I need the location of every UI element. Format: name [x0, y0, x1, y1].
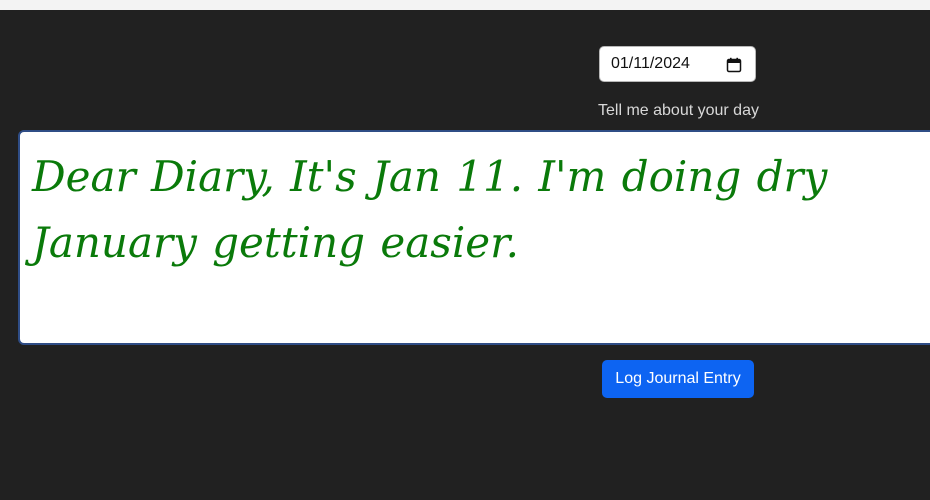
prompt-label: Tell me about your day	[598, 102, 759, 119]
browser-top-edge	[0, 0, 930, 10]
date-input[interactable]: 01/11/2024	[599, 46, 756, 82]
date-value: 01/11/2024	[611, 55, 690, 72]
journal-entry-textarea[interactable]: Dear Diary, It's Jan 11. I'm doing dry J…	[18, 130, 930, 345]
journal-entry-text: Dear Diary, It's Jan 11. I'm doing dry J…	[32, 152, 828, 267]
calendar-icon[interactable]	[726, 57, 742, 73]
log-journal-entry-button[interactable]: Log Journal Entry	[602, 360, 754, 398]
